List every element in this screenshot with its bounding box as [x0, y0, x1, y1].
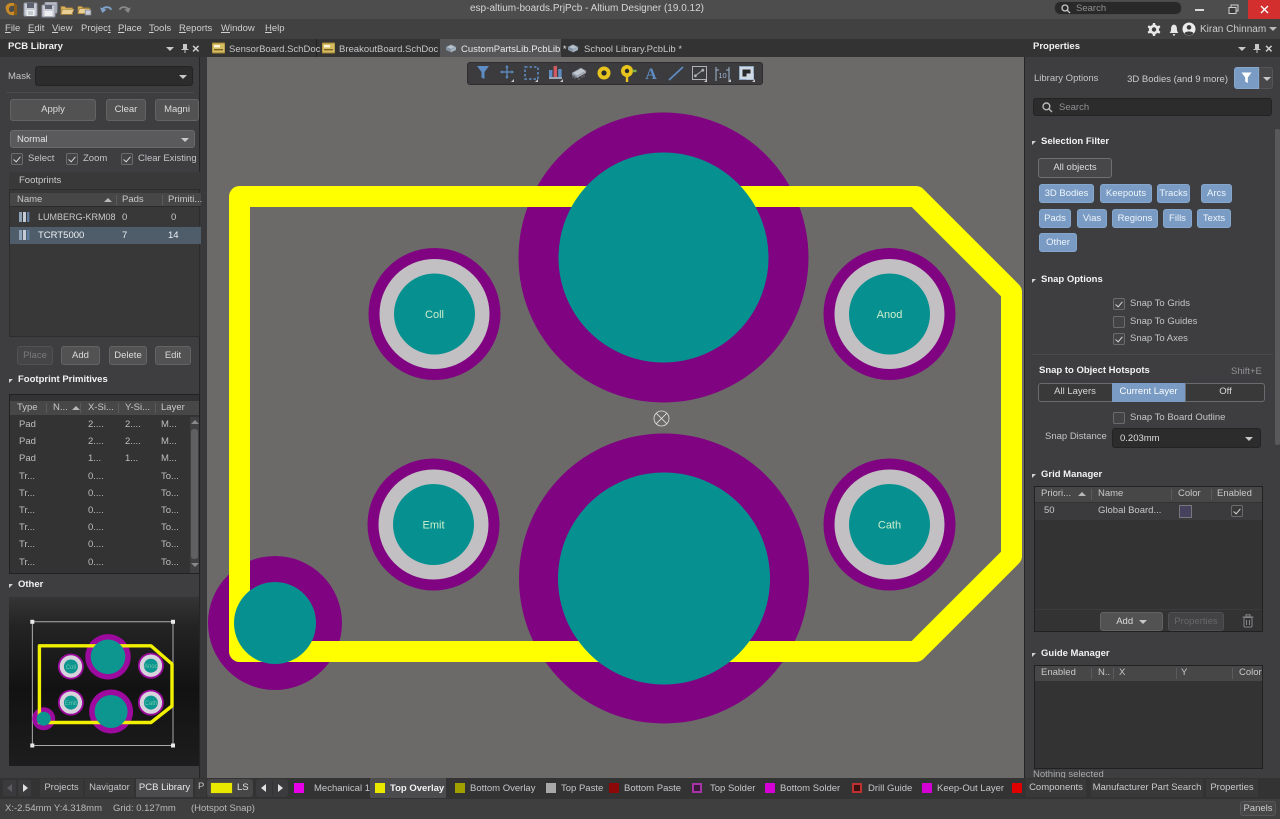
svg-text:Emit: Emit: [423, 520, 445, 532]
svg-text:A: A: [645, 66, 657, 83]
svg-text:10: 10: [718, 71, 726, 80]
svg-text:Cath: Cath: [878, 520, 901, 532]
svg-text:Cath: Cath: [145, 701, 158, 707]
svg-text:Coll: Coll: [66, 665, 76, 671]
svg-text:Anod: Anod: [144, 664, 158, 670]
svg-text:Emit: Emit: [65, 701, 77, 707]
svg-text:Coll: Coll: [425, 309, 444, 321]
svg-text:Anod: Anod: [877, 309, 903, 321]
